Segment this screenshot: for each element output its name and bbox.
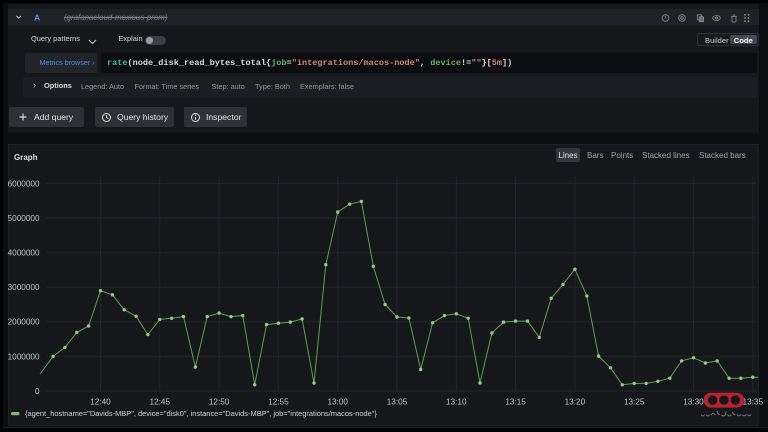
svg-text:A: A [34,12,40,22]
